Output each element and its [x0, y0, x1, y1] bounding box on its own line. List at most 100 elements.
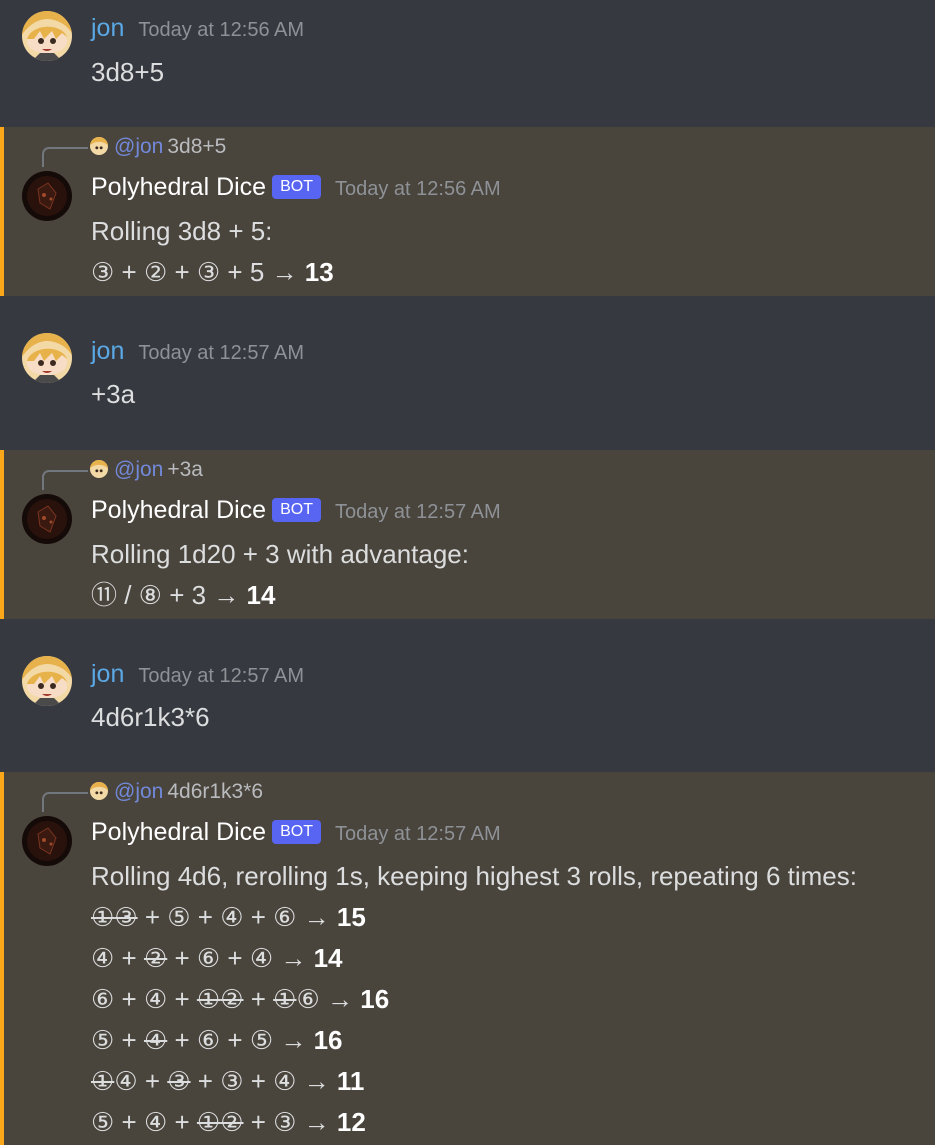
message-bot[interactable]: @jon 4d6r1k3*6 Polyhedral Dice BOT Today at… [0, 772, 935, 1145]
roll-segment: + ⑥ + ④ → [167, 943, 314, 973]
roll-result-line: ⑥ + ④ + ①② + ①⑥ → 16 [91, 979, 857, 1020]
roll-header: Rolling 4d6, rerolling 1s, keeping highe… [91, 861, 857, 891]
discarded-roll: ① [91, 1066, 115, 1096]
reply-reference[interactable]: @jon 4d6r1k3*6 [90, 780, 263, 804]
author-line: Polyhedral Dice BOT Today at 12:57 AM [91, 496, 501, 525]
reply-text: 3d8+5 [167, 135, 227, 158]
author-line: Polyhedral Dice BOT Today at 12:56 AM [91, 173, 501, 202]
bot-avatar[interactable] [22, 171, 72, 221]
discarded-roll: ① [196, 1107, 221, 1137]
reply-mention[interactable]: @jon [114, 780, 163, 803]
chat-log: jon Today at 12:56 AM 3d8+5 @jon 3d8+5 Pol… [0, 0, 935, 1145]
roll-total: 12 [336, 1107, 366, 1137]
discarded-roll: ② [143, 943, 168, 973]
avatar[interactable] [22, 656, 72, 706]
username[interactable]: Polyhedral Dice [91, 496, 266, 524]
timestamp: Today at 12:56 AM [138, 19, 305, 41]
timestamp: Today at 12:57 AM [334, 823, 501, 845]
timestamp: Today at 12:57 AM [334, 501, 501, 523]
message-user[interactable]: jon Today at 12:57 AM +3a [0, 296, 935, 450]
roll-total: 11 [336, 1066, 365, 1096]
roll-segment: + ③ → [243, 1107, 337, 1137]
roll-segment: ⑤ + [91, 1025, 144, 1055]
message-bot[interactable]: @jon +3a Polyhedral Dice BOT Today at 12:57… [0, 450, 935, 619]
roll-total: 16 [360, 984, 390, 1014]
message-text: 4d6r1k3*6 [91, 702, 210, 732]
roll-results: ⑪ / ⑧ + 3 → 14 [91, 575, 469, 616]
roll-total: 16 [313, 1025, 343, 1055]
roll-segment: ③ + ② + ③ + 5 → [91, 257, 305, 287]
avatar[interactable] [22, 333, 72, 383]
roll-result-line: ⑪ / ⑧ + 3 → 14 [91, 575, 469, 616]
roll-total: 13 [304, 257, 334, 287]
username[interactable]: jon [91, 660, 124, 688]
avatar[interactable] [22, 11, 72, 61]
author-line: jon Today at 12:57 AM [91, 337, 304, 366]
timestamp: Today at 12:56 AM [334, 178, 501, 200]
roll-segment: + ⑥ + ⑤ → [167, 1025, 314, 1055]
roll-results: ①③ + ⑤ + ④ + ⑥ → 15 ④ + ② + ⑥ + ④ → 14 ⑥ +… [91, 897, 857, 1143]
roll-total: 14 [313, 943, 343, 973]
bot-badge: BOT [272, 498, 321, 522]
roll-segment: ⑤ + ④ + [91, 1107, 197, 1137]
discarded-roll: ① [91, 902, 115, 932]
message-text: +3a [91, 379, 136, 409]
reply-avatar [90, 137, 108, 155]
timestamp: Today at 12:57 AM [138, 665, 305, 687]
roll-result-line: ③ + ② + ③ + 5 → 13 [91, 252, 334, 293]
discarded-roll: ① [273, 984, 297, 1014]
roll-result-line: ⑤ + ④ + ①② + ③ → 12 [91, 1102, 857, 1143]
reply-mention[interactable]: @jon [114, 458, 163, 481]
author-line: Polyhedral Dice BOT Today at 12:57 AM [91, 818, 501, 847]
bot-badge: BOT [272, 175, 321, 199]
bot-avatar[interactable] [22, 816, 72, 866]
username[interactable]: jon [91, 337, 124, 365]
roll-segment: ⑥ + ④ + [91, 984, 197, 1014]
roll-header: Rolling 3d8 + 5: [91, 216, 273, 246]
message-body: Rolling 1d20 + 3 with advantage: ⑪ / ⑧ +… [91, 534, 469, 616]
author-line: jon Today at 12:57 AM [91, 660, 304, 689]
discarded-roll: ② [220, 1107, 244, 1137]
roll-segment: ⑪ / ⑧ + 3 → [91, 580, 247, 610]
reply-reference[interactable]: @jon 3d8+5 [90, 135, 226, 159]
reply-text: 4d6r1k3*6 [167, 780, 264, 803]
roll-result-line: ④ + ② + ⑥ + ④ → 14 [91, 938, 857, 979]
message-user[interactable]: jon Today at 12:56 AM 3d8+5 [0, 0, 935, 127]
reply-connector [42, 792, 88, 812]
reply-avatar [90, 782, 108, 800]
reply-connector [42, 470, 88, 490]
username[interactable]: Polyhedral Dice [91, 818, 266, 846]
message-text: 3d8+5 [91, 57, 165, 87]
discarded-roll: ③ [114, 902, 138, 932]
roll-total: 14 [246, 580, 276, 610]
message-bot[interactable]: @jon 3d8+5 Polyhedral Dice BOT Today at 12:… [0, 127, 935, 296]
reply-connector [42, 147, 88, 167]
roll-result-line: ①④ + ③ + ③ + ④ → 11 [91, 1061, 857, 1102]
roll-segment: ④ + [114, 1066, 168, 1096]
timestamp: Today at 12:57 AM [138, 342, 305, 364]
discarded-roll: ③ [167, 1066, 191, 1096]
message-body: Rolling 4d6, rerolling 1s, keeping highe… [91, 856, 857, 1143]
username[interactable]: jon [91, 14, 124, 42]
discarded-roll: ① [196, 984, 221, 1014]
roll-segment: ⑥ → [296, 984, 361, 1014]
roll-segment: ④ + [91, 943, 144, 973]
bot-badge: BOT [272, 820, 321, 844]
username[interactable]: Polyhedral Dice [91, 173, 266, 201]
roll-results: ③ + ② + ③ + 5 → 13 [91, 252, 334, 293]
author-line: jon Today at 12:56 AM [91, 14, 304, 43]
bot-avatar[interactable] [22, 494, 72, 544]
message-body: Rolling 3d8 + 5: ③ + ② + ③ + 5 → 13 [91, 211, 334, 293]
reply-mention[interactable]: @jon [114, 135, 163, 158]
reply-reference[interactable]: @jon +3a [90, 458, 203, 482]
discarded-roll: ④ [143, 1025, 168, 1055]
roll-result-line: ①③ + ⑤ + ④ + ⑥ → 15 [91, 897, 857, 938]
roll-segment: + [243, 984, 274, 1014]
roll-segment: + ③ + ④ → [190, 1066, 337, 1096]
reply-avatar [90, 460, 108, 478]
discarded-roll: ② [220, 984, 244, 1014]
message-user[interactable]: jon Today at 12:57 AM 4d6r1k3*6 [0, 619, 935, 772]
roll-total: 15 [336, 902, 366, 932]
roll-segment: + ⑤ + ④ + ⑥ → [137, 902, 337, 932]
reply-text: +3a [167, 458, 203, 481]
